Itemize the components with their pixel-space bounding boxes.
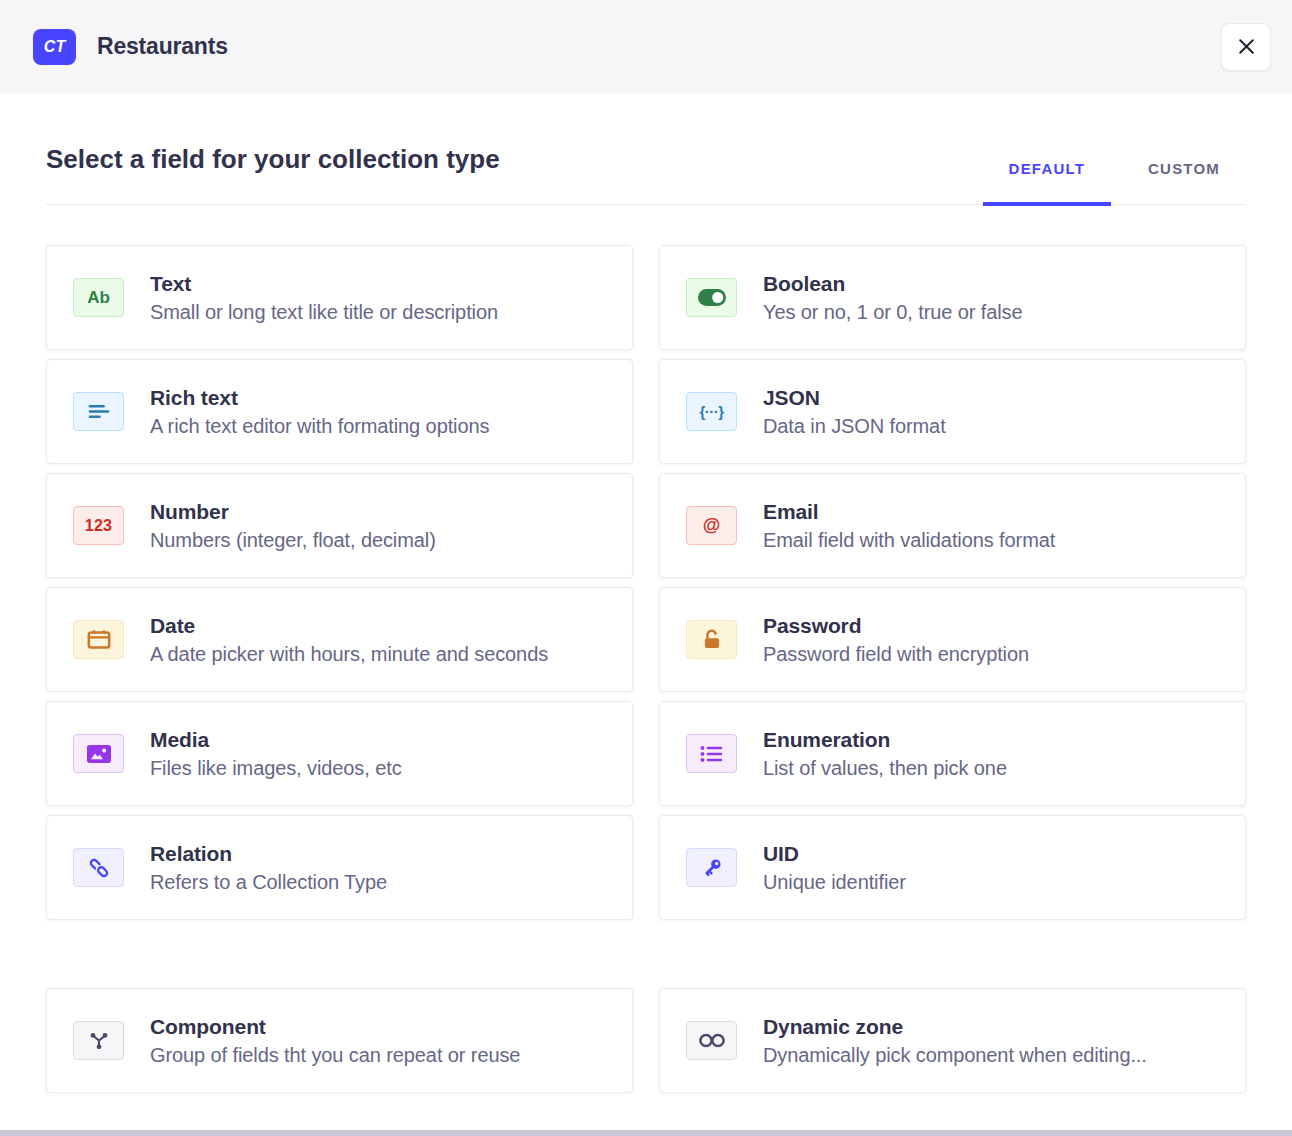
field-card-text[interactable]: Ab Text Small or long text like title or… [46,245,633,350]
content-type-badge: CT [33,29,76,65]
dynamiczone-icon [686,1021,737,1060]
field-description: Numbers (integer, float, decimal) [150,529,436,552]
field-card-text: Enumeration List of values, then pick on… [763,728,1007,780]
date-icon [73,620,124,659]
json-icon: {···} [686,392,737,431]
field-card-date[interactable]: Date A date picker with hours, minute an… [46,587,633,692]
field-description: List of values, then pick one [763,757,1007,780]
field-card-component[interactable]: Component Group of fields tht you can re… [46,988,633,1093]
field-name: Text [150,272,498,296]
field-description: Refers to a Collection Type [150,871,387,894]
extra-field-grid: Component Group of fields tht you can re… [46,988,1246,1093]
page-title: Select a field for your collection type [46,144,500,204]
close-icon [1238,38,1255,55]
email-icon: @ [686,506,737,545]
uid-icon [686,848,737,887]
field-card-text: UID Unique identifier [763,842,906,894]
modal-title: Restaurants [97,33,228,60]
field-name: Component [150,1015,520,1039]
field-card-number[interactable]: 123 Number Numbers (integer, float, deci… [46,473,633,578]
tab-custom[interactable]: CUSTOM [1122,160,1246,204]
field-name: Enumeration [763,728,1007,752]
field-description: Files like images, videos, etc [150,757,402,780]
text-icon: Ab [73,278,124,317]
component-icon [73,1021,124,1060]
field-description: Group of fields tht you can repeat or re… [150,1044,520,1067]
field-card-text: Date A date picker with hours, minute an… [150,614,548,666]
media-icon [73,734,124,773]
field-name: JSON [763,386,946,410]
field-grid: Ab Text Small or long text like title or… [46,245,1246,920]
footer-divider [0,1130,1292,1136]
field-description: Yes or no, 1 or 0, true or false [763,301,1023,324]
field-name: Date [150,614,548,638]
password-icon [686,620,737,659]
field-card-text: Media Files like images, videos, etc [150,728,402,780]
field-card-dynamic-zone[interactable]: Dynamic zone Dynamically pick component … [659,988,1246,1093]
relation-icon [73,848,124,887]
field-name: Email [763,500,1055,524]
field-card-enumeration[interactable]: Enumeration List of values, then pick on… [659,701,1246,806]
field-description: Small or long text like title or descrip… [150,301,498,324]
field-card-text: Rich text A rich text editor with format… [150,386,489,438]
tab-default[interactable]: DEFAULT [983,160,1111,204]
field-card-json[interactable]: {···} JSON Data in JSON format [659,359,1246,464]
field-description: Dynamically pick component when editing.… [763,1044,1147,1067]
field-card-text: Number Numbers (integer, float, decimal) [150,500,436,552]
field-name: Password [763,614,1029,638]
field-name: Media [150,728,402,752]
boolean-icon [686,278,737,317]
modal-body: Select a field for your collection type … [0,144,1292,1093]
field-description: Unique identifier [763,871,906,894]
field-card-text: Boolean Yes or no, 1 or 0, true or false [763,272,1023,324]
field-card-text: Dynamic zone Dynamically pick component … [763,1015,1147,1067]
field-card-boolean[interactable]: Boolean Yes or no, 1 or 0, true or false [659,245,1246,350]
field-card-password[interactable]: Password Password field with encryption [659,587,1246,692]
field-card-uid[interactable]: UID Unique identifier [659,815,1246,920]
field-description: Email field with validations format [763,529,1055,552]
field-card-email[interactable]: @ Email Email field with validations for… [659,473,1246,578]
field-card-text: Component Group of fields tht you can re… [150,1015,520,1067]
close-button[interactable] [1221,23,1271,71]
field-name: Dynamic zone [763,1015,1147,1039]
field-card-media[interactable]: Media Files like images, videos, etc [46,701,633,806]
field-name: Boolean [763,272,1023,296]
field-card-text: Text Small or long text like title or de… [150,272,498,324]
field-card-text: JSON Data in JSON format [763,386,946,438]
title-row: Select a field for your collection type … [46,144,1246,205]
field-description: Data in JSON format [763,415,946,438]
field-card-relation[interactable]: Relation Refers to a Collection Type [46,815,633,920]
modal-header: CT Restaurants [0,0,1292,93]
field-card-text: Email Email field with validations forma… [763,500,1055,552]
enumeration-icon [686,734,737,773]
field-description: Password field with encryption [763,643,1029,666]
field-name: Relation [150,842,387,866]
field-name: Rich text [150,386,489,410]
field-card-text: Password Password field with encryption [763,614,1029,666]
field-description: A rich text editor with formating option… [150,415,489,438]
field-card-rich-text[interactable]: Rich text A rich text editor with format… [46,359,633,464]
tab-list: DEFAULTCUSTOM [983,160,1246,204]
field-name: Number [150,500,436,524]
number-icon: 123 [73,506,124,545]
field-description: A date picker with hours, minute and sec… [150,643,548,666]
field-card-text: Relation Refers to a Collection Type [150,842,387,894]
richtext-icon [73,392,124,431]
field-name: UID [763,842,906,866]
